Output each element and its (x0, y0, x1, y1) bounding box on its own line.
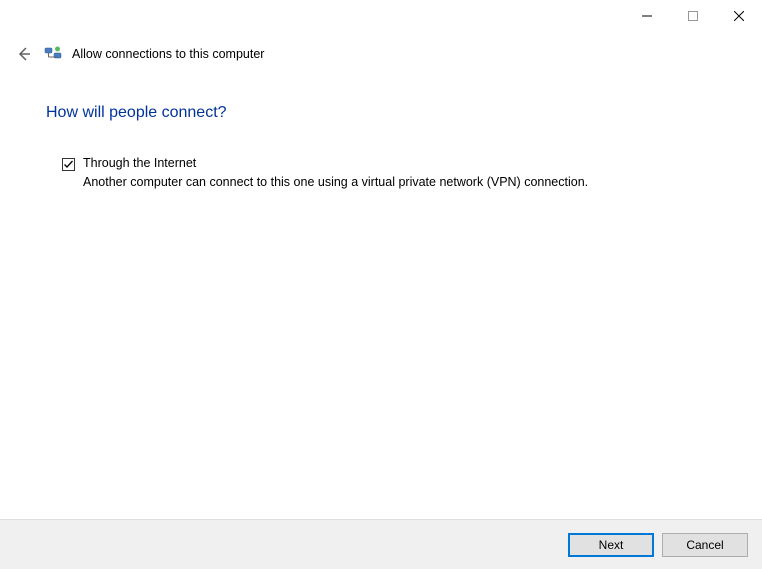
minimize-icon (642, 11, 652, 21)
checkmark-icon (63, 159, 74, 170)
close-button[interactable] (716, 0, 762, 32)
minimize-button[interactable] (624, 0, 670, 32)
option-label: Through the Internet (83, 156, 722, 170)
footer: Next Cancel (0, 519, 762, 569)
checkbox-through-internet[interactable] (62, 158, 75, 171)
window-title: Allow connections to this computer (72, 47, 264, 61)
back-arrow-icon (15, 45, 33, 63)
network-wizard-icon (44, 45, 62, 63)
back-button[interactable] (14, 44, 34, 64)
maximize-button[interactable] (670, 0, 716, 32)
close-icon (734, 11, 744, 21)
content-area: How will people connect? Through the Int… (46, 104, 722, 192)
page-heading: How will people connect? (46, 104, 722, 122)
option-description: Another computer can connect to this one… (83, 174, 603, 192)
maximize-icon (688, 11, 698, 21)
cancel-button[interactable]: Cancel (662, 533, 748, 557)
option-internet: Through the Internet Another computer ca… (62, 156, 722, 192)
option-text: Through the Internet Another computer ca… (83, 156, 722, 192)
next-button[interactable]: Next (568, 533, 654, 557)
header-row: Allow connections to this computer (14, 44, 748, 64)
titlebar (624, 0, 762, 32)
